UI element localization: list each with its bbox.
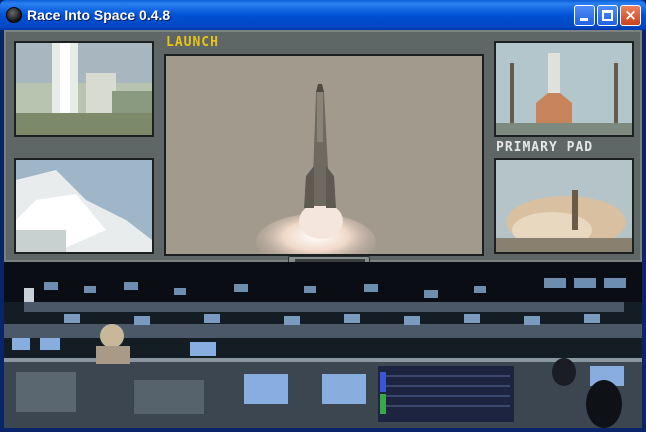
close-button[interactable]: × [620, 5, 641, 26]
app-window: Race Into Space 0.4.8 × LAUNCH PRIMARY P… [0, 0, 646, 432]
close-icon: × [624, 6, 637, 24]
maximize-icon [602, 10, 613, 21]
game-viewport: LAUNCH PRIMARY PAD [4, 30, 642, 428]
thumbnail-top-left [14, 41, 154, 137]
launch-smoke-image [16, 160, 152, 252]
main-launch-view [164, 54, 484, 256]
pad-tower-image [496, 43, 632, 135]
app-icon [6, 7, 22, 23]
mission-control-room [4, 262, 642, 428]
control-room-image [4, 262, 642, 428]
maximize-button[interactable] [597, 5, 618, 26]
minimize-button[interactable] [574, 5, 595, 26]
minimize-icon [580, 18, 588, 21]
main-view-label: LAUNCH [166, 35, 219, 50]
launch-monitor-panel: LAUNCH PRIMARY PAD [4, 30, 642, 262]
window-title: Race Into Space 0.4.8 [27, 7, 171, 23]
pad-launch-image [496, 160, 632, 252]
rocket-on-pad-image [16, 43, 152, 135]
thumbnail-bottom-right [494, 158, 634, 254]
title-bar[interactable]: Race Into Space 0.4.8 × [0, 0, 646, 30]
rocket-liftoff-image [166, 56, 482, 254]
thumbnail-bottom-left [14, 158, 154, 254]
thumbnail-top-right [494, 41, 634, 137]
pad-view-label: PRIMARY PAD [496, 140, 594, 155]
